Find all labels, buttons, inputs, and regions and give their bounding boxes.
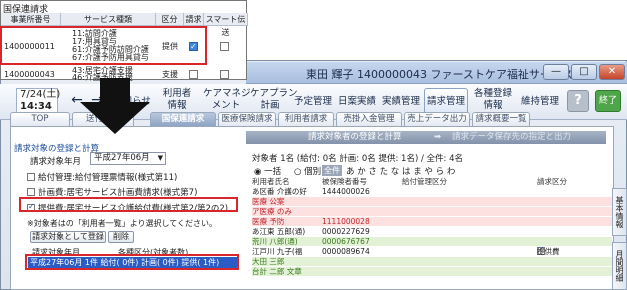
col-office: 給付管理区分 [402, 177, 447, 186]
target-row[interactable]: 江戸川 九子(福 0000089674 提供費 [252, 245, 612, 256]
close-window-button[interactable]: ✕ [599, 64, 625, 80]
selection-note: ※対象者はの「利用者一覧」より選択してください。 [27, 219, 218, 228]
month-select[interactable]: 平成27年06月 ▼ [90, 152, 166, 165]
step-save-output: 請求データ保存先の指定と出力 [452, 132, 572, 142]
row-name: 江戸川 九子(福 [252, 247, 303, 256]
step-bar: 請求対象者の登録と計算 ➡ 請求データ保存先の指定と出力 [246, 131, 606, 144]
radio-all[interactable]: ◉ 一括 [254, 165, 281, 177]
row-no: 0000089674 [322, 247, 370, 256]
hdr-office-no: 事業所番号 [1, 13, 61, 26]
target-row[interactable]: あ江東 五郎(通) 0000227629 [252, 227, 612, 236]
tab-top[interactable]: TOP [10, 112, 70, 126]
highlight-target-row [25, 254, 239, 270]
tab-billing-summary[interactable]: 請求概要一覧 [472, 112, 530, 126]
row2-category: 支援 [162, 70, 178, 79]
minimize-button[interactable]: — [543, 64, 569, 80]
target-row[interactable]: 荒川 八郎(通) 0000676767 [252, 237, 612, 246]
row-tag-label: 提供費 [537, 247, 560, 256]
highlight-office-row [0, 26, 207, 65]
title-bar: 東田 輝子 1400000043 ファーストケア福祉サービス — □ ✕ [246, 62, 627, 84]
target-row[interactable]: 大田 三郎 [252, 257, 612, 266]
tab-kokuho-billing[interactable]: 国保連請求 [150, 112, 216, 126]
target-grid-header: 利用者氏名 被保険者番号 給付管理区分 請求区分 [252, 177, 612, 186]
row-name: 荒川 八郎(通) [252, 237, 298, 246]
hdr-service-type: サービス種類 [61, 13, 156, 26]
col-claim: 請求区分 [537, 177, 567, 186]
delete-button[interactable]: 削除 [108, 231, 134, 243]
tab-receivables[interactable]: 売掛入金管理 [336, 112, 402, 126]
maximize-button[interactable]: □ [571, 64, 597, 80]
benefit-checkbox[interactable] [27, 173, 35, 181]
side-tab-monthly[interactable]: 月間明細 [612, 242, 627, 290]
col-insured: 被保険者番号 [322, 177, 367, 186]
settings-header: 請求対象の登録と計算 [14, 144, 100, 154]
select-all-button[interactable]: 全件 [322, 165, 342, 176]
help-button[interactable]: ? [567, 90, 589, 112]
month-label: 請求対象年月 [30, 157, 82, 167]
col-name: 利用者氏名 [252, 177, 290, 186]
tab-sales-output[interactable]: 売上データ出力 [404, 112, 470, 126]
row-no: 0000227629 [322, 227, 370, 236]
radio-individual[interactable]: ○ 個別 [294, 165, 321, 177]
window-title: 東田 輝子 1400000043 ファーストケア福祉サービス [306, 68, 573, 81]
row1-smart-checkbox[interactable] [220, 42, 229, 51]
row2-office-no: 1400000043 [4, 70, 55, 79]
row-no: 1111000028 [322, 217, 370, 226]
step-register-calc: 請求対象者の登録と計算 [308, 132, 402, 142]
hdr-smart: スマート伝送 [204, 13, 248, 37]
radio-individual-label: 個別 [304, 167, 322, 177]
target-row[interactable]: あ区番 介護の好 1444000026 [252, 187, 612, 196]
target-row[interactable]: 医療 予防 1111000028 [252, 217, 612, 226]
row-name: 医療 予防 [252, 217, 285, 226]
option-benefit[interactable]: 給付管理:給付管理票情報(様式第11) [27, 171, 177, 183]
row-name: 大田 三郎 [252, 257, 285, 266]
plan-checkbox[interactable] [27, 188, 35, 196]
radio-all-label: 一括 [264, 167, 282, 177]
step-arrow-icon: ➡ [434, 132, 442, 142]
row-name: 台計 二郎 文章 [252, 267, 302, 276]
tab-user-billing[interactable]: 利用者請求 [278, 112, 334, 126]
register-button[interactable]: 請求対象として登録 [30, 231, 106, 243]
row-no: 1444000026 [322, 187, 370, 196]
row-name: ア医療 のみ [252, 207, 292, 216]
clock-date: 7/24(土) [20, 89, 61, 100]
month-value: 平成27年06月 [94, 153, 150, 163]
target-row[interactable]: 台計 二郎 文章 [252, 267, 612, 276]
tab-medical-billing[interactable]: 医療保険請求 [218, 112, 276, 126]
highlight-provision [19, 197, 238, 212]
row-name: 医療 公案 [252, 197, 285, 206]
hdr-category: 区分 [156, 13, 184, 26]
side-tab-basic[interactable]: 基本情報 [612, 188, 627, 236]
kana-filter[interactable]: あ か さ た な は ま や ら わ [346, 165, 455, 177]
hdr-billing: 請求 [184, 13, 204, 26]
exit-button[interactable]: 終了 [595, 90, 621, 112]
row-no: 0000676767 [322, 237, 370, 246]
row-name: あ江東 五郎(通) [252, 227, 306, 236]
target-summary: 対象者 1名 (給付: 0名 計画: 0名 提供: 1名) / 全件: 4名 [252, 154, 464, 164]
target-row[interactable]: ア医療 のみ [252, 207, 612, 216]
down-arrow-icon [80, 78, 150, 134]
row2-smart-checkbox[interactable] [220, 70, 229, 79]
dropdown-arrow-icon: ▼ [157, 154, 163, 162]
option-benefit-label: 給付管理:給付管理票情報(様式第11) [38, 173, 178, 183]
row2-billing-checkbox[interactable] [189, 70, 198, 79]
row-name: あ区番 介護の好 [252, 187, 307, 196]
target-row[interactable]: 医療 公案 [252, 197, 612, 206]
